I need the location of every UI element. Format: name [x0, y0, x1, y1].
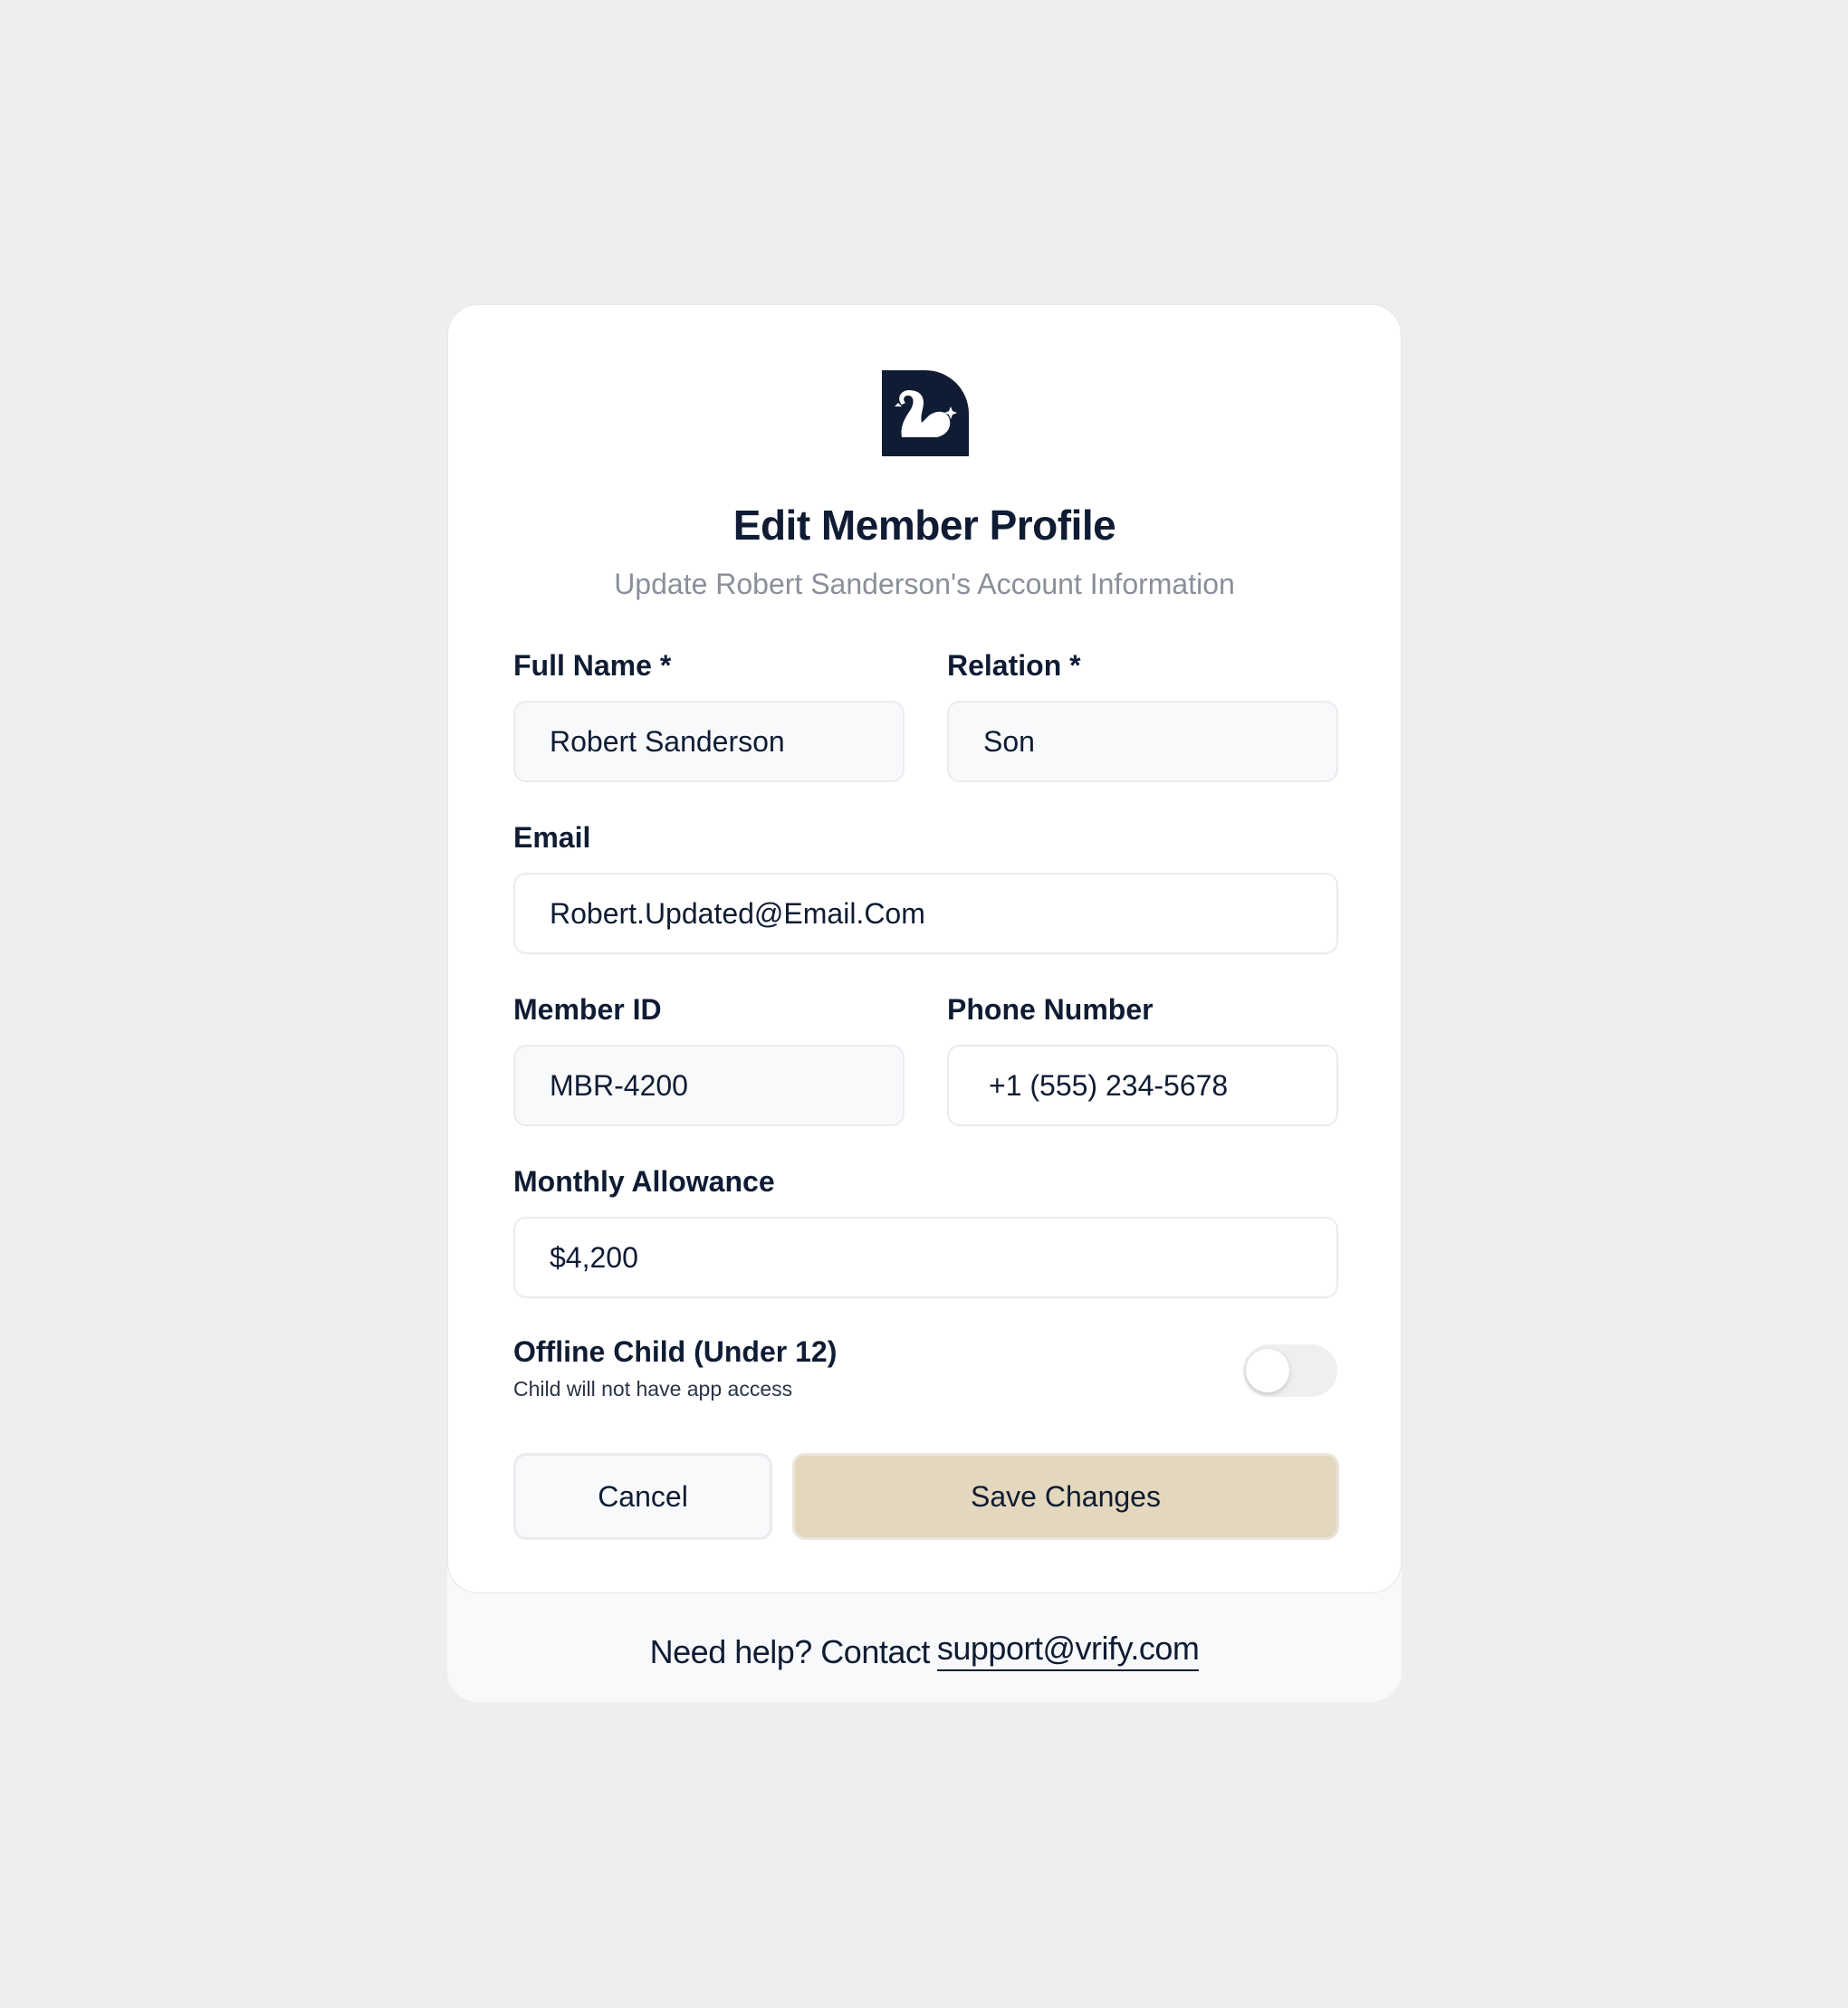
- swan-logo-icon: [882, 370, 969, 456]
- member-id-field[interactable]: MBR-4200: [513, 1045, 905, 1126]
- phone-number-label: Phone Number: [947, 993, 1154, 1026]
- offline-child-label: Offline Child (Under 12): [513, 1335, 838, 1368]
- profile-card: Edit Member Profile Update Robert Sander…: [447, 304, 1402, 1593]
- toggle-knob: [1246, 1349, 1289, 1392]
- full-name-field[interactable]: Robert Sanderson: [513, 701, 905, 782]
- relation-label: Relation *: [947, 649, 1081, 682]
- monthly-allowance-field[interactable]: $4,200: [513, 1217, 1338, 1298]
- page-subtitle: Update Robert Sanderson's Account Inform…: [614, 568, 1235, 600]
- cancel-button[interactable]: Cancel: [513, 1453, 772, 1540]
- offline-child-hint: Child will not have app access: [513, 1377, 793, 1401]
- help-text: Need help? Contact: [649, 1633, 931, 1670]
- save-changes-button[interactable]: Save Changes: [792, 1453, 1339, 1540]
- email-field[interactable]: Robert.Updated@Email.Com: [513, 873, 1338, 954]
- email-label: Email: [513, 821, 591, 854]
- page-title: Edit Member Profile: [732, 502, 1116, 549]
- relation-field[interactable]: Son: [947, 701, 1338, 782]
- profile-dialog: Edit Member Profile Update Robert Sander…: [447, 304, 1402, 1702]
- member-id-label: Member ID: [513, 993, 662, 1026]
- phone-number-field[interactable]: +1 (555) 234-5678: [947, 1045, 1338, 1126]
- offline-child-toggle[interactable]: [1243, 1344, 1337, 1397]
- full-name-label: Full Name *: [513, 649, 672, 682]
- monthly-allowance-label: Monthly Allowance: [513, 1165, 775, 1198]
- support-email-link[interactable]: support@vrify.com: [936, 1630, 1200, 1671]
